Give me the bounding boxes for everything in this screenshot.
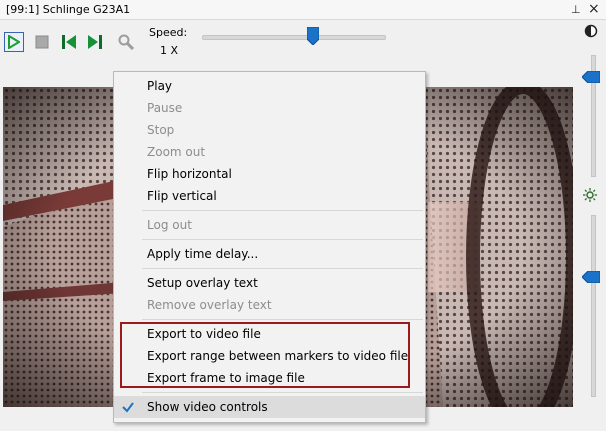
stop-icon [35, 35, 49, 49]
skip-back-icon [62, 35, 76, 49]
menu-item-setup-overlay-text[interactable]: Setup overlay text [114, 272, 425, 294]
window-title: [99:1] Schlinge G23A1 [6, 3, 131, 16]
menu-item-play[interactable]: Play [114, 75, 425, 97]
brightness-icon [583, 188, 597, 202]
context-menu: Play Pause Stop Zoom out Flip horizontal… [113, 71, 426, 423]
next-marker-button[interactable] [85, 32, 105, 52]
speed-slider-thumb[interactable] [307, 27, 319, 45]
menu-separator [142, 392, 423, 393]
speed-slider-track[interactable] [202, 35, 386, 40]
menu-item-pause[interactable]: Pause [114, 97, 425, 119]
export-highlight-box [120, 322, 410, 388]
menu-separator [142, 239, 423, 240]
title-bar: [99:1] Schlinge G23A1 ⊥ × [0, 0, 606, 20]
close-icon[interactable]: × [588, 1, 600, 17]
brightness-slider-track[interactable] [591, 215, 596, 397]
contrast-slider-thumb[interactable] [582, 71, 600, 83]
menu-separator [142, 319, 423, 320]
pin-icon[interactable]: ⊥ [571, 3, 581, 16]
menu-separator [142, 210, 423, 211]
play-icon [8, 35, 20, 49]
menu-item-label: Show video controls [147, 400, 268, 414]
play-button[interactable] [4, 32, 24, 52]
menu-item-flip-horizontal[interactable]: Flip horizontal [114, 163, 425, 185]
menu-item-apply-time-delay[interactable]: Apply time delay... [114, 243, 425, 265]
skip-forward-icon [88, 35, 102, 49]
menu-item-flip-vertical[interactable]: Flip vertical [114, 185, 425, 207]
speed-label: Speed: [149, 26, 188, 39]
menu-item-log-out[interactable]: Log out [114, 214, 425, 236]
menu-item-remove-overlay-text[interactable]: Remove overlay text [114, 294, 425, 316]
brightness-slider-thumb[interactable] [582, 271, 600, 283]
magnifier-icon [118, 34, 134, 50]
menu-item-zoom-out[interactable]: Zoom out [114, 141, 425, 163]
menu-separator [142, 268, 423, 269]
image-adjust-panel [574, 20, 606, 431]
previous-marker-button[interactable] [59, 32, 79, 52]
stop-button[interactable] [32, 32, 52, 52]
menu-item-show-video-controls[interactable]: Show video controls [114, 396, 425, 418]
speed-value: 1 X [160, 44, 179, 57]
zoom-button[interactable] [116, 32, 136, 52]
contrast-icon [584, 24, 598, 38]
menu-item-stop[interactable]: Stop [114, 119, 425, 141]
checkmark-icon [122, 402, 134, 413]
